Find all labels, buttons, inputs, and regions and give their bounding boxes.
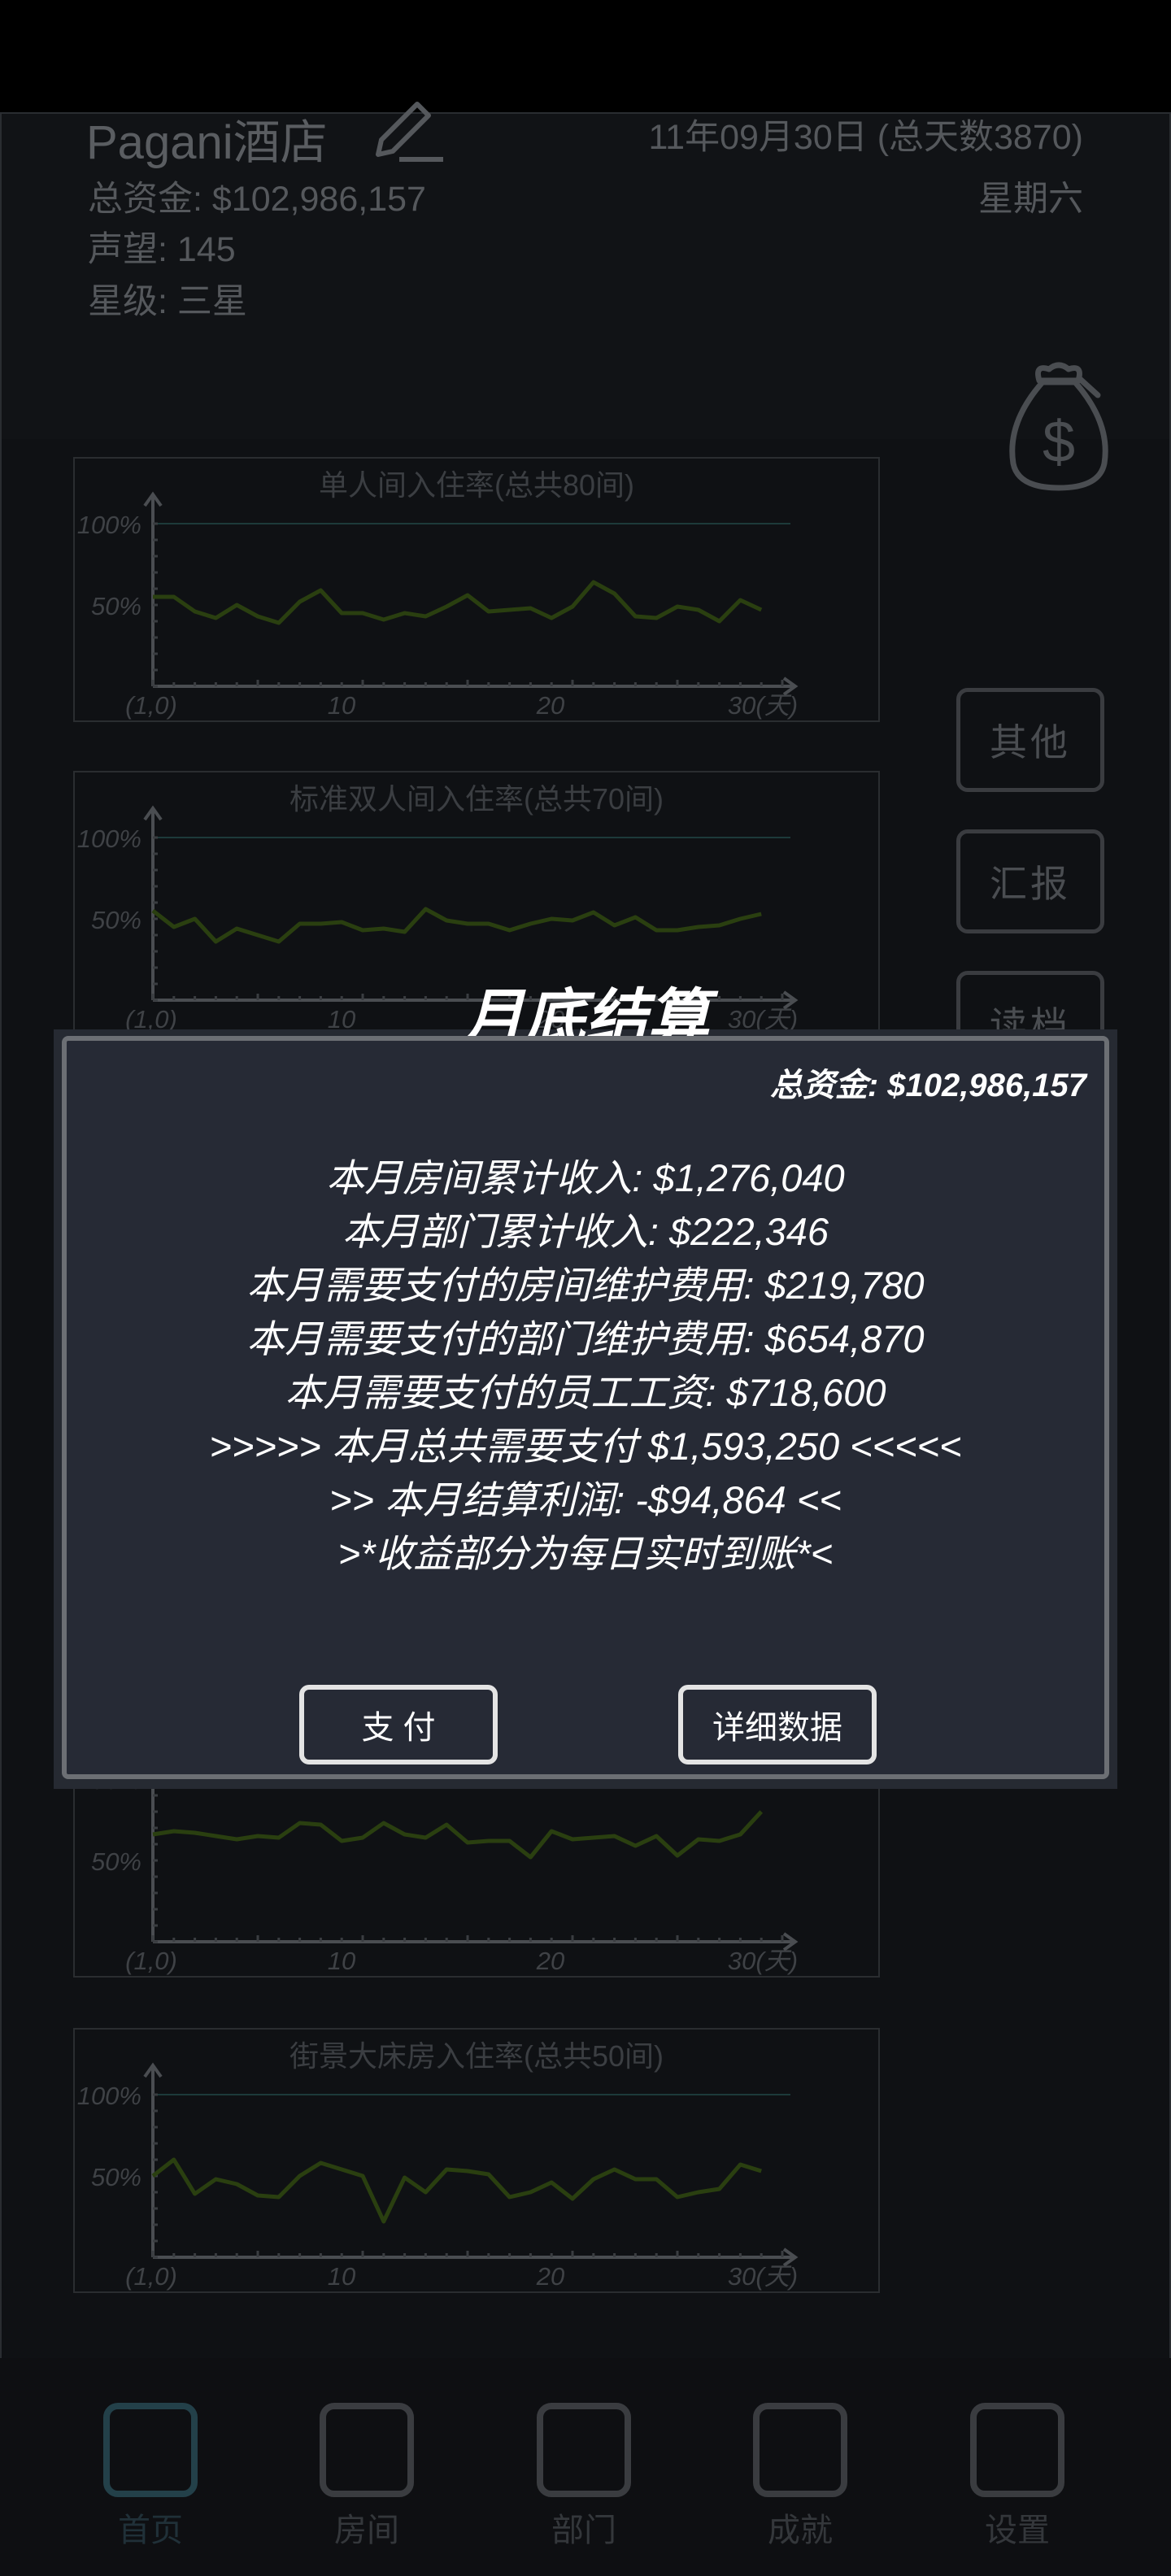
reputation: 声望: 145 <box>88 230 236 269</box>
x-tick-label: 10 <box>328 2262 355 2291</box>
room-maintenance-line: 本月需要支付的房间维护费用: $219,780 <box>246 1264 925 1307</box>
y-tick-label: 50% <box>91 1847 141 1876</box>
x-tick-label: 20 <box>536 2262 564 2291</box>
occupancy-chart: 100% 50% (1,0) 10 20 30(天) 单人间入住率(总共80间) <box>73 457 880 722</box>
nav-label: 部门 <box>551 2513 616 2548</box>
department-income-line: 本月部门累计收入: $222,346 <box>342 1210 829 1253</box>
month-end-settlement-dialog: 总资金: $102,986,157 本月房间累计收入: $1,276,040 本… <box>62 1036 1109 1779</box>
x-tick-label: 20 <box>536 1947 564 1975</box>
x-tick-label: (1,0) <box>125 691 177 720</box>
chart-title: 标准双人间入住率(总共70间) <box>289 782 664 816</box>
nav-label: 首页 <box>118 2513 183 2548</box>
game-date: 11年09月30日 (总天数3870) <box>648 118 1083 157</box>
nav-item-departments[interactable]: 部门 <box>523 2403 645 2551</box>
dialog-total-funds: 总资金: $102,986,157 <box>769 1068 1086 1103</box>
edit-pencil-icon[interactable] <box>370 89 443 163</box>
total-funds: 总资金: $102,986,157 <box>88 180 426 219</box>
pay-button[interactable]: 支 付 <box>299 1685 498 1764</box>
x-tick-label: 30(天) <box>728 2262 798 2291</box>
total-payment-line: >>>>> 本月总共需要支付 $1,593,250 <<<<< <box>209 1425 962 1468</box>
x-tick-label: 20 <box>536 691 564 720</box>
nav-label: 成就 <box>768 2513 833 2548</box>
profit-line: >> 本月结算利润: -$94,864 << <box>329 1478 842 1521</box>
svg-text:$: $ <box>1043 410 1075 475</box>
chart-title: 街景大床房入住率(总共50间) <box>289 2039 664 2073</box>
nav-label: 设置 <box>985 2513 1050 2548</box>
x-tick-label: 30(天) <box>728 691 798 720</box>
details-button[interactable]: 详细数据 <box>678 1685 877 1764</box>
department-maintenance-line: 本月需要支付的部门维护费用: $654,870 <box>246 1317 925 1360</box>
settlement-lines: 本月房间累计收入: $1,276,040 本月部门累计收入: $222,346 … <box>67 1151 1104 1581</box>
y-tick-label: 100% <box>77 511 141 539</box>
nav-item-rooms[interactable]: 房间 <box>306 2403 428 2551</box>
y-tick-label: 50% <box>91 592 141 620</box>
y-tick-label: 50% <box>91 906 141 934</box>
y-tick-label: 100% <box>77 2082 141 2110</box>
x-tick-label: (1,0) <box>125 2262 177 2291</box>
x-tick-label: 10 <box>328 1947 355 1975</box>
y-tick-label: 50% <box>91 2163 141 2191</box>
status-bar <box>0 0 1171 112</box>
nav-label: 房间 <box>334 2513 399 2548</box>
occupancy-series-line <box>153 580 763 625</box>
occupancy-chart: 100% 50% (1,0) 10 20 30(天) 街景大床房入住率(总共50间) <box>73 2028 880 2293</box>
occupancy-series-line <box>151 907 762 944</box>
nav-item-home[interactable]: 首页 <box>89 2403 211 2551</box>
room-income-line: 本月房间累计收入: $1,276,040 <box>326 1156 845 1199</box>
nav-item-achievements[interactable]: 成就 <box>739 2403 861 2551</box>
nav-item-settings[interactable]: 设置 <box>956 2403 1078 2551</box>
home-icon <box>103 2403 198 2497</box>
x-tick-label: 10 <box>328 691 355 720</box>
weekday: 星期六 <box>978 180 1083 219</box>
x-tick-label: 30(天) <box>728 1947 798 1975</box>
star-rating: 星级: 三星 <box>88 282 247 321</box>
rooms-icon <box>320 2403 414 2497</box>
occupancy-series-line <box>152 1810 764 1860</box>
money-bag-icon[interactable]: $ <box>1002 358 1116 496</box>
x-tick-label: (1,0) <box>125 1947 177 1975</box>
hotel-name: Pagani酒店 <box>86 116 328 169</box>
report-button[interactable]: 汇报 <box>956 829 1104 933</box>
y-tick-label: 100% <box>77 825 141 853</box>
staff-salary-line: 本月需要支付的员工工资: $718,600 <box>285 1371 886 1414</box>
departments-icon <box>537 2403 631 2497</box>
occupancy-series-line <box>151 2157 762 2224</box>
income-note-line: >*收益部分为每日实时到账*< <box>337 1532 834 1575</box>
other-button[interactable]: 其他 <box>956 688 1104 792</box>
achievements-icon <box>753 2403 847 2497</box>
settings-icon <box>970 2403 1064 2497</box>
chart-title: 单人间入住率(总共80间) <box>318 468 635 502</box>
